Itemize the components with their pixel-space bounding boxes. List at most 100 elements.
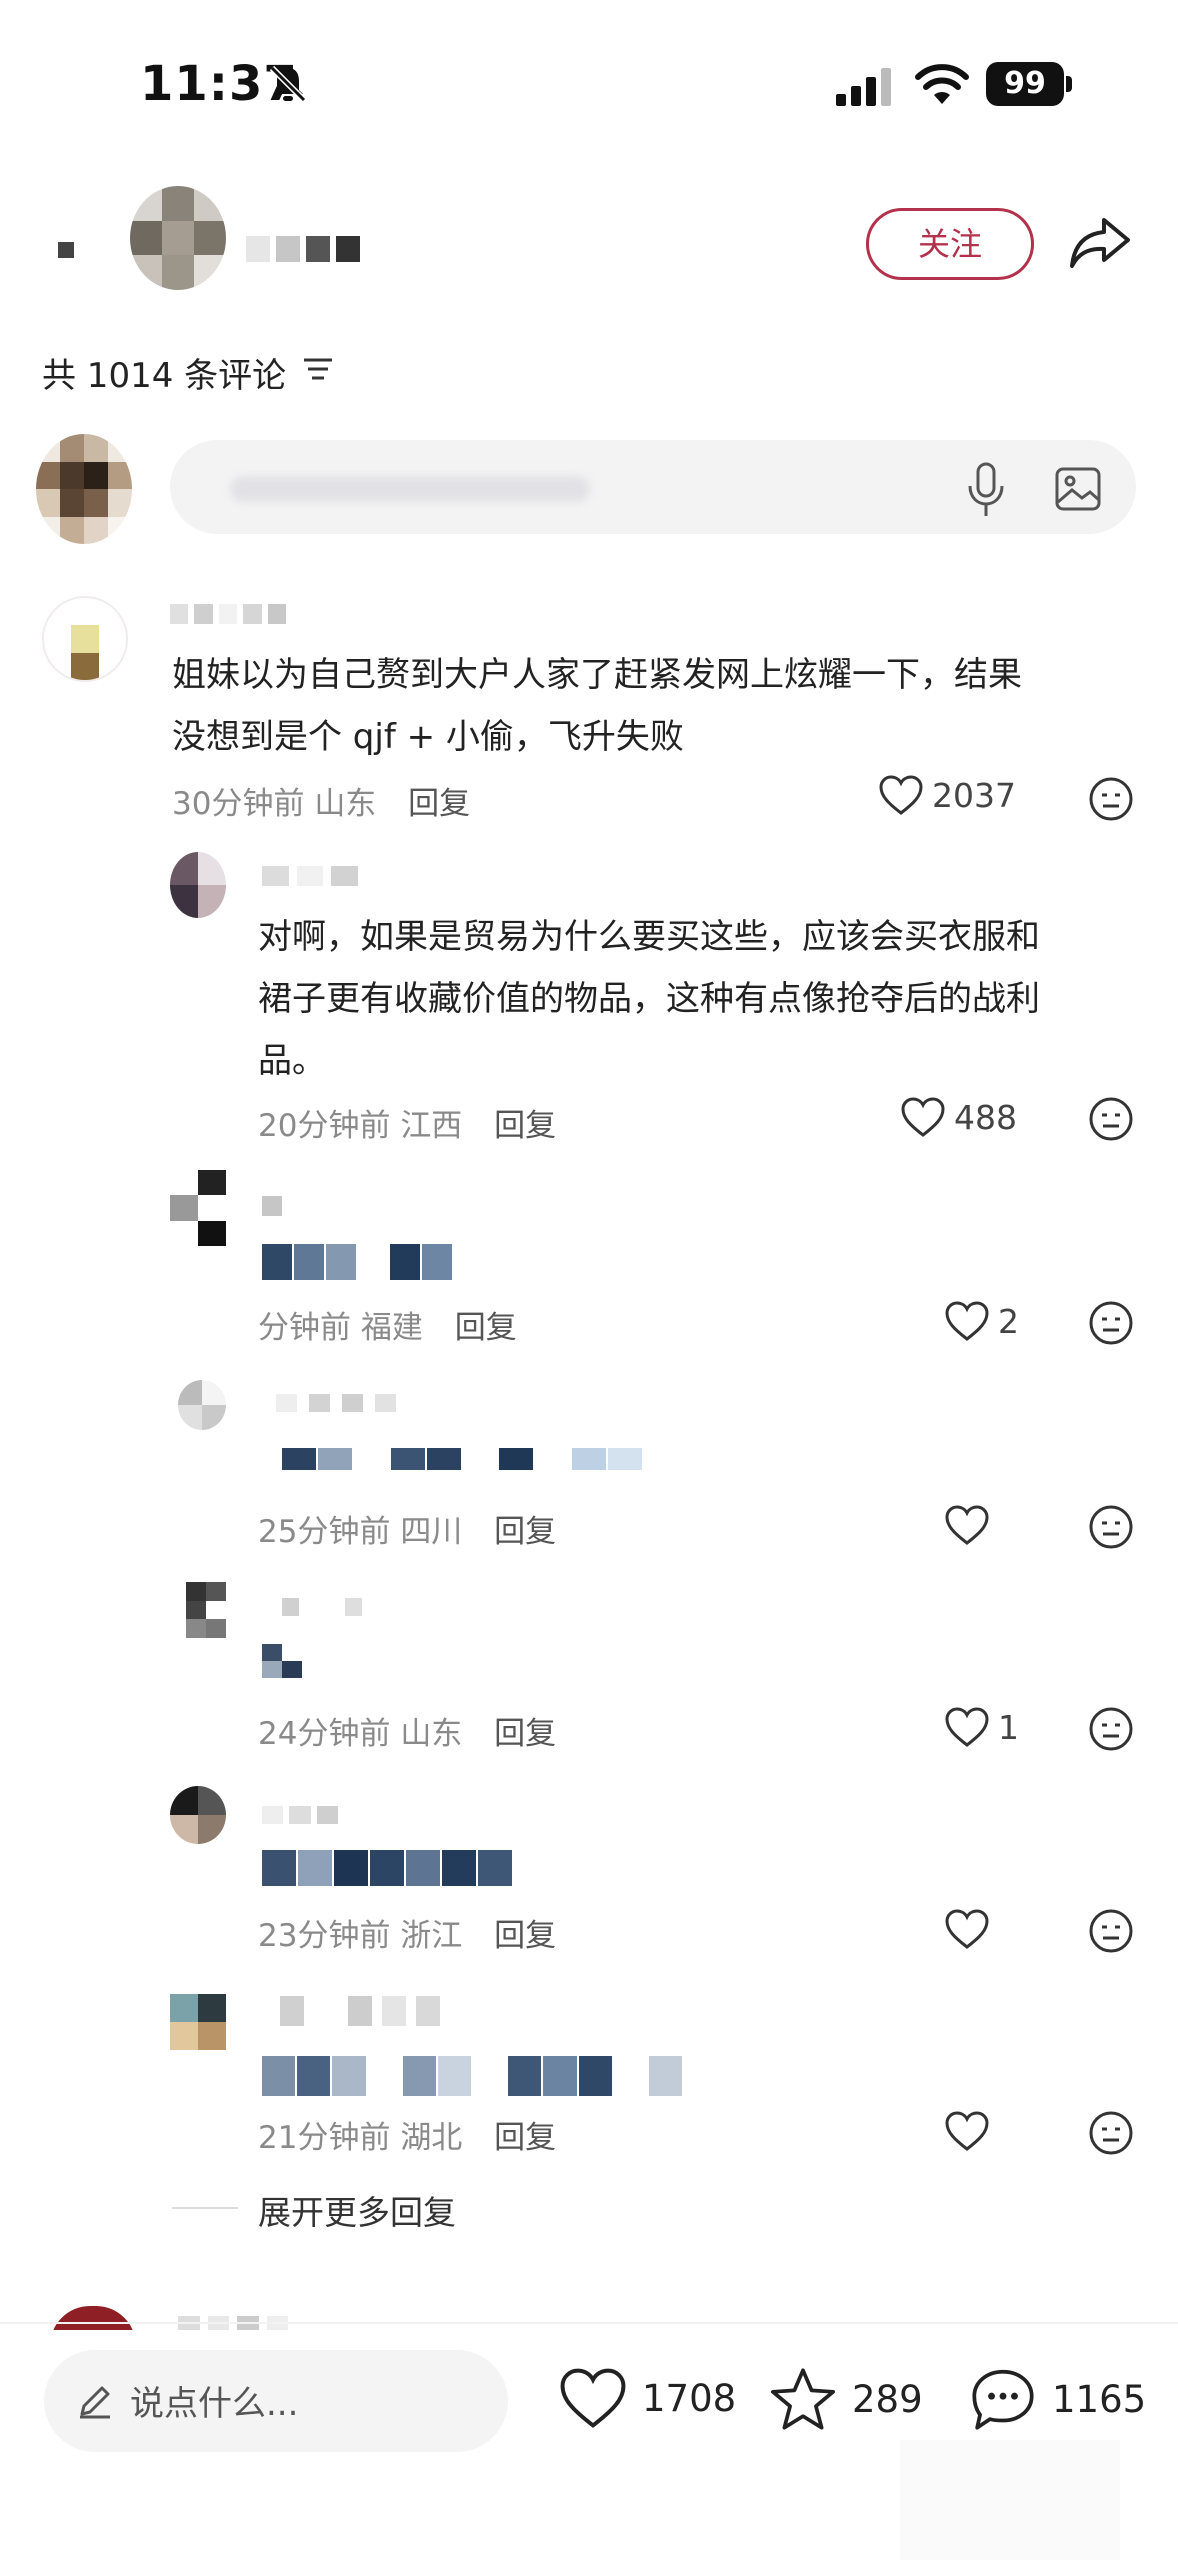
microphone-icon[interactable] (966, 462, 1006, 518)
reply-text-redacted (282, 1448, 642, 1470)
reply-time: 分钟前 (258, 1310, 351, 1346)
comment-count: 共 1014 条评论 (42, 356, 287, 396)
my-avatar (36, 434, 132, 544)
reply-text-line: 品。 (258, 1041, 326, 1081)
heart-icon (945, 2111, 989, 2151)
post-star-button[interactable]: 289 (768, 2366, 923, 2432)
reply-text-redacted (262, 1244, 452, 1280)
reply-button[interactable]: 回复 (494, 1108, 556, 1144)
emoji-icon[interactable] (1088, 1706, 1134, 1752)
reply-time: 20分钟前 (258, 1108, 391, 1144)
emoji-icon[interactable] (1088, 1300, 1134, 1346)
like-button[interactable]: 2037 (878, 774, 1016, 816)
avatar[interactable] (170, 1170, 226, 1246)
username[interactable] (282, 1598, 362, 1616)
heart-icon (560, 2368, 626, 2428)
author-name[interactable] (246, 236, 360, 262)
reply-button[interactable]: 回复 (494, 1918, 556, 1954)
reply-meta: 分钟前 福建 回复 (258, 1302, 517, 1347)
emoji-icon[interactable] (1088, 1908, 1134, 1954)
heart-icon (901, 1097, 945, 1137)
post-comment-count: 1165 (1052, 2377, 1147, 2421)
heart-icon (945, 1909, 989, 1949)
cellular-signal-icon (836, 68, 891, 106)
author-avatar[interactable] (130, 186, 226, 290)
battery-indicator: 99 (986, 62, 1064, 106)
like-button[interactable]: 1 (944, 1706, 1019, 1748)
avatar[interactable] (170, 1786, 226, 1844)
battery-tip (1066, 76, 1072, 92)
reply-button[interactable]: 回复 (494, 1514, 556, 1550)
reply-button[interactable]: 回复 (408, 786, 470, 822)
wifi-icon (915, 64, 969, 104)
reply-location: 福建 (360, 1310, 423, 1346)
heart-icon (945, 1707, 989, 1747)
bell-off-icon (269, 65, 307, 103)
post-like-count: 1708 (642, 2376, 737, 2420)
reply-location: 浙江 (400, 1918, 463, 1954)
username[interactable] (262, 866, 358, 886)
divider (0, 2322, 1178, 2324)
like-button[interactable] (944, 2110, 998, 2152)
comment-time: 30分钟前 (172, 786, 305, 822)
reply-time: 25分钟前 (258, 1514, 391, 1550)
username[interactable] (276, 1394, 396, 1412)
reply-time: 24分钟前 (258, 1716, 391, 1752)
like-count: 1 (998, 1707, 1019, 1747)
comment-location: 山东 (314, 786, 377, 822)
reply-meta: 23分钟前 浙江 回复 (258, 1910, 556, 1955)
reply-location: 湖北 (400, 2120, 463, 2156)
share-icon[interactable] (1068, 212, 1132, 272)
post-star-count: 289 (852, 2377, 923, 2421)
expand-divider (172, 2207, 238, 2209)
comment-text: 姐妹以为自己赘到大户人家了赶紧发网上炫耀一下，结果 没想到是个 qjf + 小偷… (172, 644, 1022, 768)
pencil-icon (80, 2386, 110, 2419)
image-icon[interactable] (1054, 466, 1102, 512)
comment-text-line: 没想到是个 qjf + 小偷，飞升失败 (172, 717, 684, 757)
reply-button[interactable]: 回复 (494, 1716, 556, 1752)
follow-button[interactable]: 关注 (866, 208, 1034, 280)
reply-button[interactable]: 回复 (455, 1310, 517, 1346)
like-button[interactable] (944, 1908, 998, 1950)
sort-icon[interactable] (300, 354, 336, 384)
post-comment-button[interactable]: 1165 (968, 2366, 1146, 2432)
reply-location: 山东 (400, 1716, 463, 1752)
avatar[interactable] (170, 852, 226, 918)
reply-meta: 21分钟前 湖北 回复 (258, 2112, 556, 2157)
emoji-icon[interactable] (1088, 1504, 1134, 1550)
comment-meta: 30分钟前 山东 回复 (172, 778, 470, 823)
avatar[interactable] (178, 1380, 226, 1430)
reply-meta: 20分钟前 江西 回复 (258, 1100, 556, 1145)
like-button[interactable]: 2 (944, 1300, 1019, 1342)
username[interactable] (170, 604, 286, 624)
reply-meta: 25分钟前 四川 回复 (258, 1506, 556, 1551)
comment-text-line: 姐妹以为自己赘到大户人家了赶紧发网上炫耀一下，结果 (172, 655, 1022, 695)
reply-text-redacted (262, 1644, 302, 1678)
like-button[interactable]: 488 (900, 1096, 1017, 1138)
like-count: 2 (998, 1301, 1019, 1341)
reply-button[interactable]: 回复 (494, 2120, 556, 2156)
post-like-button[interactable]: 1708 (558, 2366, 736, 2430)
avatar[interactable] (170, 1994, 226, 2050)
like-button[interactable] (944, 1504, 998, 1546)
emoji-icon[interactable] (1088, 2110, 1134, 2156)
reply-time: 23分钟前 (258, 1918, 391, 1954)
like-count: 2037 (932, 775, 1016, 815)
like-count: 488 (954, 1097, 1017, 1137)
star-icon (771, 2368, 835, 2430)
username[interactable] (262, 1196, 282, 1216)
heart-icon (945, 1505, 989, 1545)
emoji-icon[interactable] (1088, 1096, 1134, 1142)
username[interactable] (262, 1806, 338, 1824)
reply-time: 21分钟前 (258, 2120, 391, 2156)
reply-location: 江西 (400, 1108, 463, 1144)
reply-meta: 24分钟前 山东 回复 (258, 1708, 556, 1753)
avatar[interactable] (186, 1582, 226, 1638)
emoji-icon[interactable] (1088, 776, 1134, 822)
avatar[interactable] (42, 596, 128, 682)
back-button[interactable] (58, 242, 74, 258)
say-something-placeholder: 说点什么... (130, 2384, 299, 2424)
reply-text-redacted (262, 1850, 512, 1886)
username[interactable] (280, 1996, 440, 2026)
expand-more-replies[interactable]: 展开更多回复 (258, 2186, 456, 2234)
